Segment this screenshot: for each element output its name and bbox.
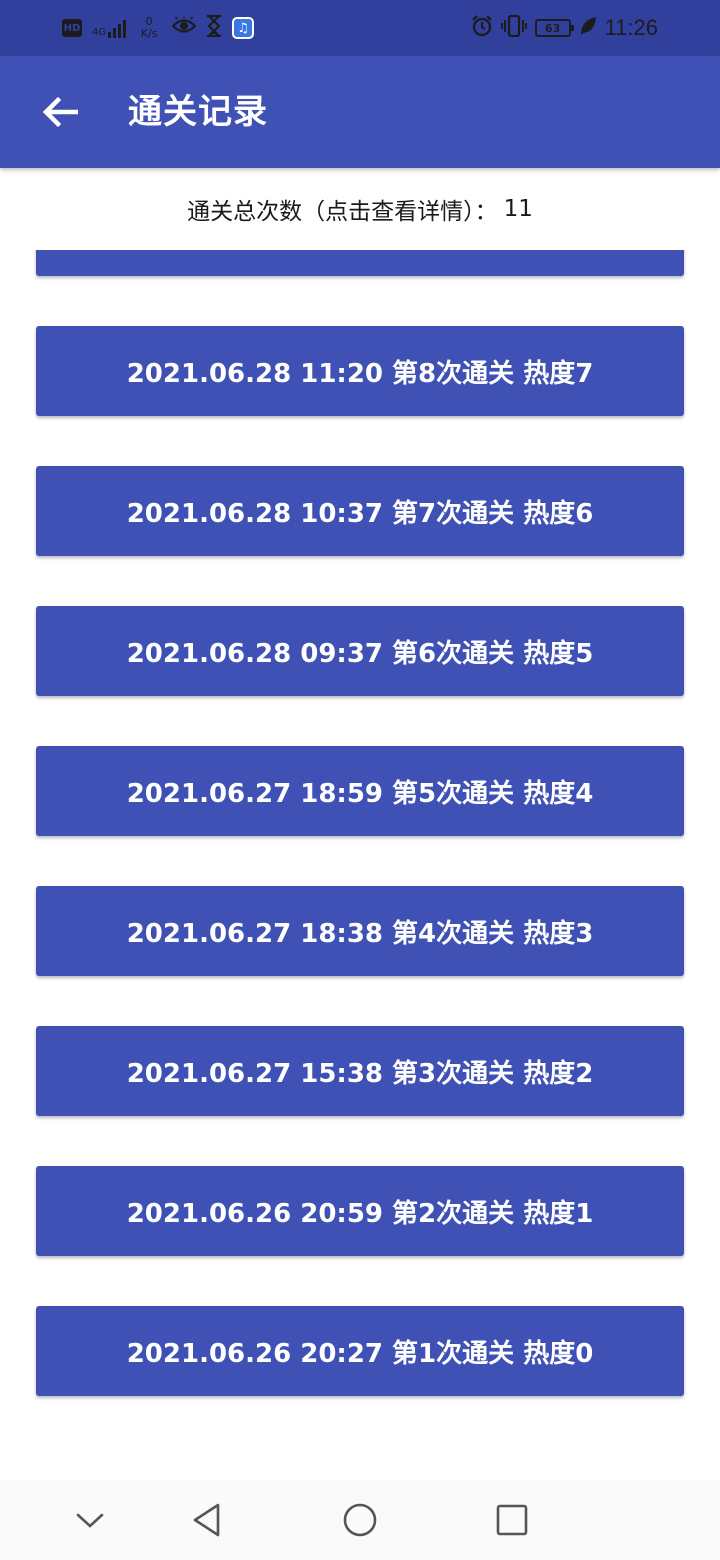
nav-back-button[interactable] <box>184 1498 228 1542</box>
circle-home-icon <box>343 1503 377 1537</box>
record-button[interactable]: 2021.06.26 20:27 第1次通关 热度0 <box>36 1306 684 1396</box>
record-button[interactable]: 2021.06.27 18:38 第4次通关 热度3 <box>36 886 684 976</box>
record-button[interactable]: 2021.06.28 09:37 第6次通关 热度5 <box>36 606 684 696</box>
chevron-down-icon <box>76 1513 104 1528</box>
network-speed: 0 K/s <box>136 16 162 40</box>
alarm-icon <box>471 14 493 42</box>
navigation-bar <box>0 1480 720 1560</box>
hd-icon: HD <box>62 19 82 37</box>
total-clear-value: 11 <box>503 196 533 222</box>
app-bar: 通关记录 <box>0 56 720 168</box>
vibrate-icon <box>500 14 527 42</box>
nav-recents-button[interactable] <box>490 1498 534 1542</box>
network-type-label: 4G <box>92 27 107 38</box>
battery-icon: 63 <box>534 19 574 37</box>
back-arrow-icon <box>42 96 78 128</box>
record-list[interactable]: 2021.06.28 11:20 第8次通关 热度7 2021.06.28 10… <box>0 250 720 1480</box>
status-left-icons: HD 4G 0 K/s ♫ <box>62 12 255 44</box>
status-right-icons: 63 11:26 <box>471 12 658 44</box>
leaf-icon <box>579 16 597 41</box>
triangle-back-icon <box>193 1503 220 1537</box>
record-button[interactable]: 2021.06.27 15:38 第3次通关 热度2 <box>36 1026 684 1116</box>
record-button-partial[interactable] <box>36 250 684 276</box>
record-button[interactable]: 2021.06.28 10:37 第7次通关 热度6 <box>36 466 684 556</box>
hourglass-icon <box>206 14 222 42</box>
signal-icon: 4G <box>92 18 127 38</box>
square-recents-icon <box>496 1504 528 1536</box>
network-speed-unit: K/s <box>140 27 158 40</box>
eye-icon <box>171 14 197 40</box>
nav-collapse-button[interactable] <box>68 1498 112 1542</box>
total-clear-label: 通关总次数（点击查看详情）： <box>187 199 498 225</box>
record-button[interactable]: 2021.06.26 20:59 第2次通关 热度1 <box>36 1166 684 1256</box>
record-button[interactable]: 2021.06.28 11:20 第8次通关 热度7 <box>36 326 684 416</box>
record-button[interactable]: 2021.06.27 18:59 第5次通关 热度4 <box>36 746 684 836</box>
page-title: 通关记录 <box>128 92 268 132</box>
back-button[interactable] <box>30 82 90 142</box>
clock-time: 11:26 <box>604 15 658 40</box>
status-bar: HD 4G 0 K/s ♫ 63 11:26 <box>0 0 720 56</box>
total-clear-count[interactable]: 通关总次数（点击查看详情）： 11 <box>0 168 720 250</box>
nav-home-button[interactable] <box>338 1498 382 1542</box>
music-app-icon: ♫ <box>232 17 255 39</box>
